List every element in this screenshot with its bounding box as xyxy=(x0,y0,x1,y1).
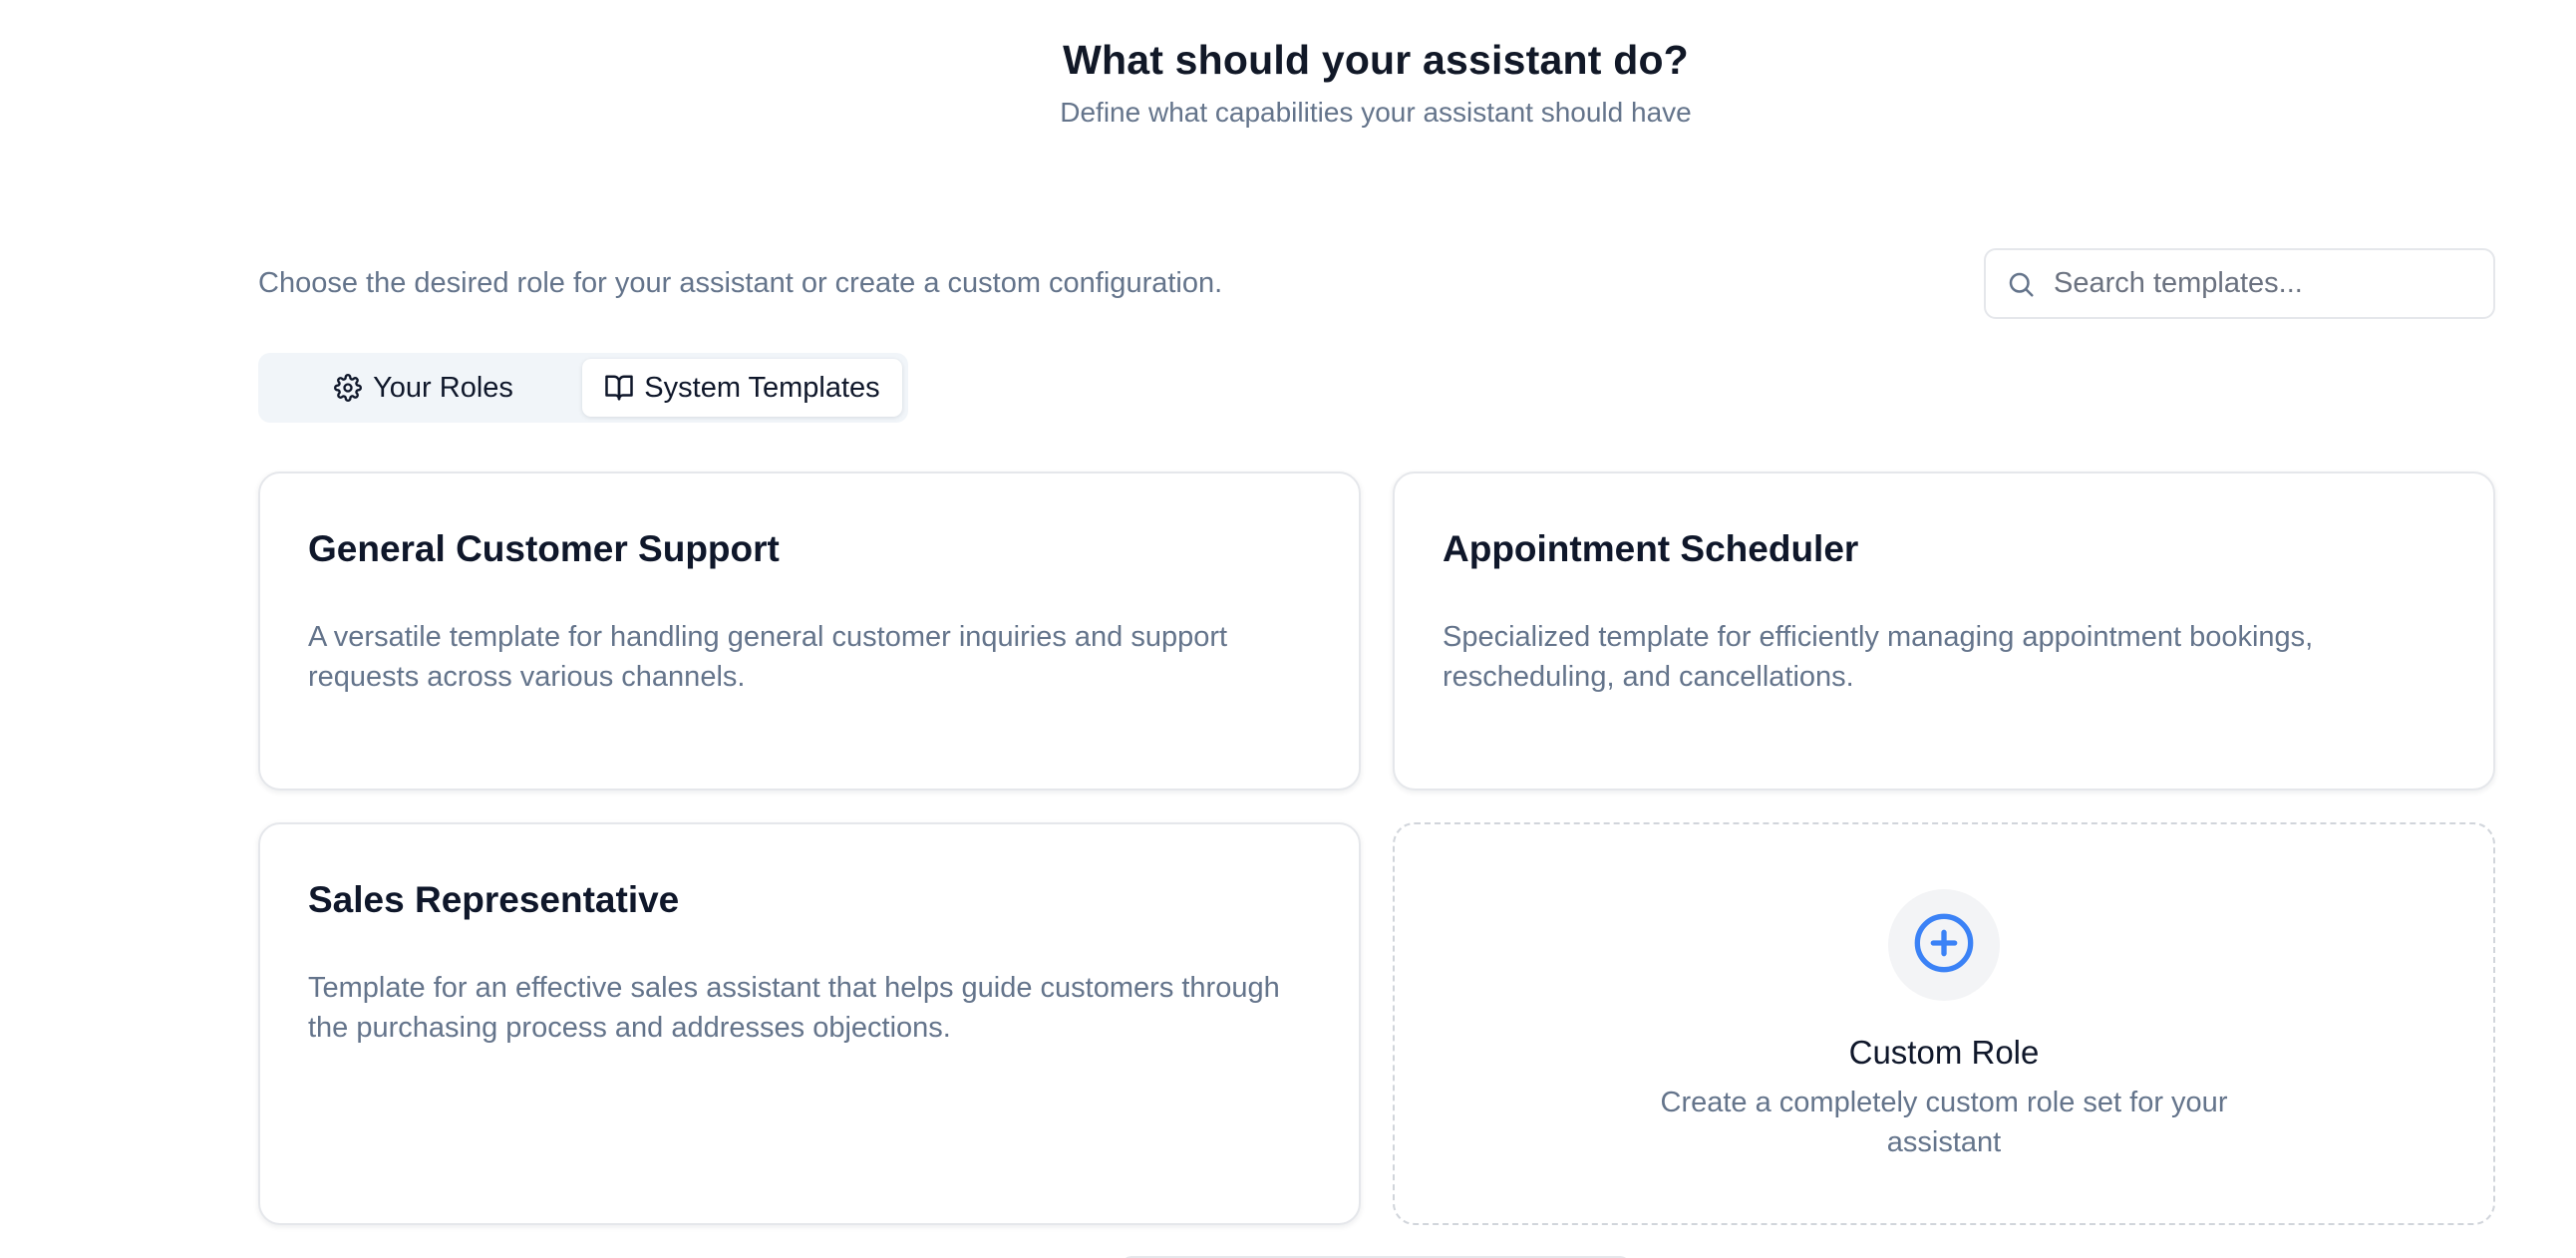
search-icon xyxy=(2004,267,2038,301)
page-header: What should your assistant do? Define wh… xyxy=(0,30,2576,134)
search-input[interactable] xyxy=(2054,267,2472,300)
template-card-general-customer-support[interactable]: General Customer Support A versatile tem… xyxy=(258,472,1361,790)
card-title: Sales Representative xyxy=(308,879,680,920)
card-description: A versatile template for handling genera… xyxy=(308,621,1228,693)
page: What should your assistant do? Define wh… xyxy=(0,0,2576,1258)
card-title: Appointment Scheduler xyxy=(1443,528,1859,569)
tab-your-roles-label: Your Roles xyxy=(373,371,513,404)
template-card-sales-representative[interactable]: Sales Representative Template for an eff… xyxy=(258,822,1361,1225)
page-subtitle: Define what capabilities your assistant … xyxy=(1060,97,1692,128)
search-box[interactable] xyxy=(1984,248,2495,319)
card-description: Template for an effective sales assistan… xyxy=(308,972,1280,1044)
custom-role-title: Custom Role xyxy=(1848,1034,2040,1071)
gear-icon xyxy=(333,373,363,403)
page-title: What should your assistant do? xyxy=(1063,37,1689,83)
book-open-icon xyxy=(604,373,634,403)
tab-your-roles[interactable]: Your Roles xyxy=(264,359,582,417)
card-description: Specialized template for efficiently man… xyxy=(1443,621,2314,693)
custom-role-card[interactable]: Custom Role Create a completely custom r… xyxy=(1393,822,2495,1225)
tab-system-templates-label: System Templates xyxy=(644,371,880,404)
template-card-appointment-scheduler[interactable]: Appointment Scheduler Specialized templa… xyxy=(1393,472,2495,790)
card-title: General Customer Support xyxy=(308,528,780,569)
custom-role-description: Create a completely custom role set for … xyxy=(1660,1087,2228,1158)
intro-text: Choose the desired role for your assista… xyxy=(258,267,1223,299)
plus-circle-icon xyxy=(1912,911,1976,980)
tab-system-templates[interactable]: System Templates xyxy=(582,359,902,417)
plus-circle-background xyxy=(1888,889,2000,1001)
role-tabs: Your Roles System Templates xyxy=(258,353,908,423)
